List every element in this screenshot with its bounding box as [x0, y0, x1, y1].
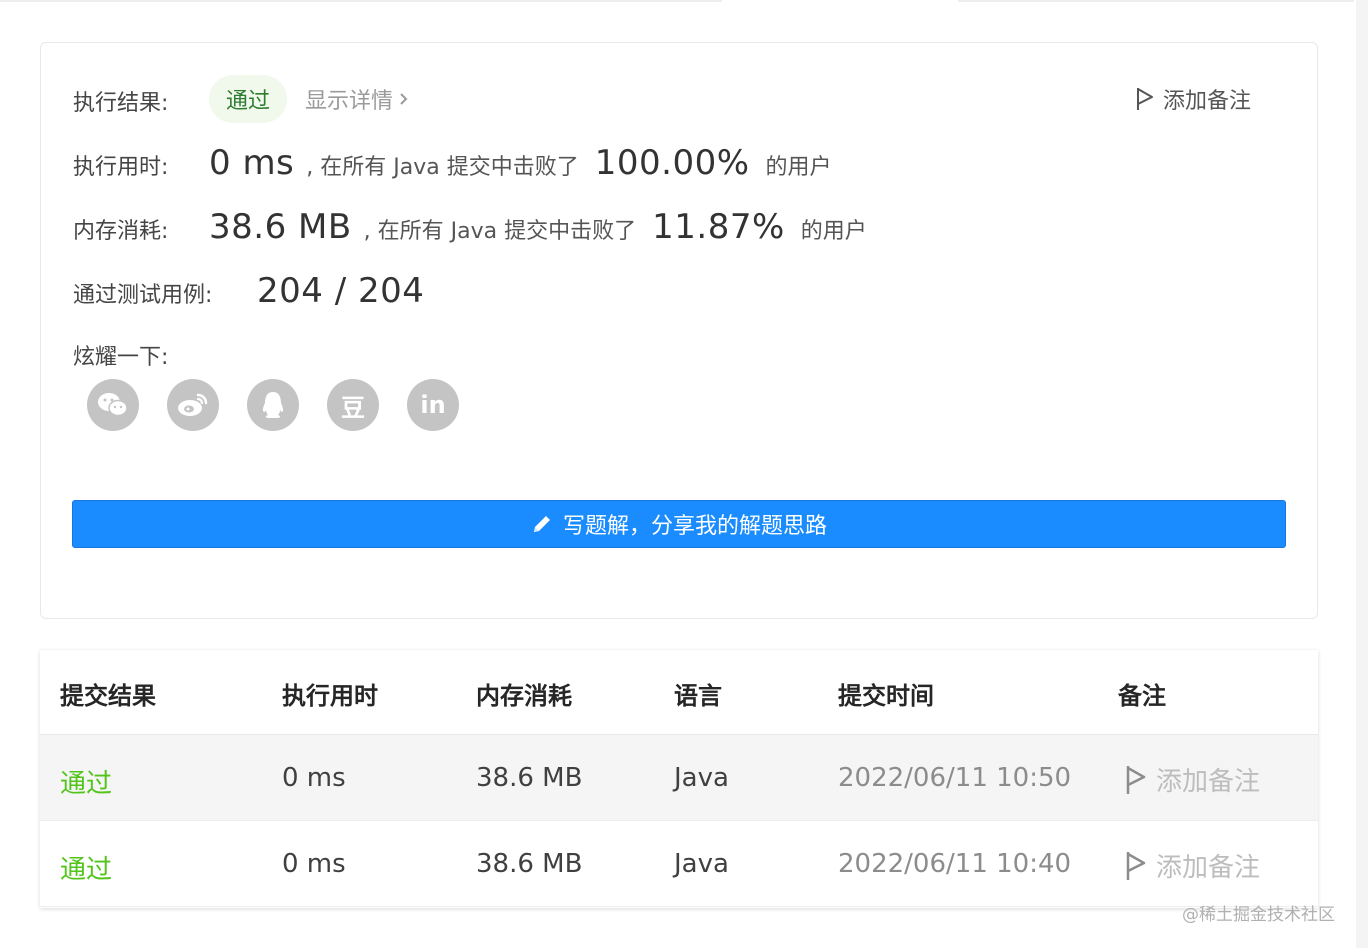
row-add-note-label: 添加备注 — [1156, 767, 1261, 797]
table-row[interactable]: 通过 0 ms 38.6 MB Java 2022/06/11 10:50 添加… — [40, 735, 1318, 821]
scrollbar-track[interactable] — [1356, 0, 1368, 948]
header-language: 语言 — [674, 682, 722, 710]
weibo-icon[interactable] — [167, 379, 219, 431]
row-result-link[interactable]: 通过 — [60, 849, 112, 886]
row-submit-time: 2022/06/11 10:50 — [838, 763, 1072, 793]
row-memory: 38.6 MB — [476, 849, 583, 879]
memory-value: 38.6 MB — [209, 207, 352, 247]
row-add-note-button[interactable]: 添加备注 — [1124, 847, 1260, 884]
header-memory: 内存消耗 — [476, 682, 572, 710]
write-solution-button[interactable]: 写题解，分享我的解题思路 — [72, 500, 1286, 548]
exec-result-label: 执行结果: — [73, 91, 169, 116]
write-solution-label: 写题解，分享我的解题思路 — [562, 514, 827, 539]
row-result-link[interactable]: 通过 — [60, 763, 112, 800]
table-header: 提交结果 执行用时 内存消耗 语言 提交时间 备注 — [40, 650, 1318, 735]
row-add-note-button[interactable]: 添加备注 — [1124, 761, 1260, 798]
header-result: 提交结果 — [60, 682, 156, 710]
chevron-right-icon — [400, 93, 408, 105]
memory-text: , 在所有 Java 提交中击败了 — [363, 219, 637, 244]
row-language: Java — [674, 849, 729, 879]
memory-label: 内存消耗: — [73, 219, 169, 244]
row-memory: 38.6 MB — [476, 763, 583, 793]
flag-icon — [1137, 88, 1153, 110]
row-runtime: 0 ms — [282, 849, 346, 879]
share-label: 炫耀一下: — [73, 345, 169, 370]
row-submit-time: 2022/06/11 10:40 — [838, 849, 1072, 879]
memory-row: 内存消耗: 38.6 MB , 在所有 Java 提交中击败了 11.87% 的… — [73, 207, 867, 247]
add-note-label: 添加备注 — [1163, 89, 1252, 114]
memory-percent: 11.87% — [652, 207, 785, 247]
wechat-icon[interactable] — [87, 379, 139, 431]
testcases-row: 通过测试用例: 204 / 204 — [73, 271, 424, 311]
pencil-icon — [533, 516, 550, 532]
top-divider-left — [0, 0, 722, 2]
table-row[interactable]: 通过 0 ms 38.6 MB Java 2022/06/11 10:40 添加… — [40, 821, 1318, 907]
runtime-row: 执行用时: 0 ms , 在所有 Java 提交中击败了 100.00% 的用户 — [73, 143, 832, 183]
memory-suffix: 的用户 — [800, 219, 867, 244]
header-runtime: 执行用时 — [282, 682, 378, 710]
qq-icon[interactable] — [247, 379, 299, 431]
flag-icon — [1126, 765, 1146, 794]
runtime-percent: 100.00% — [594, 143, 750, 183]
runtime-text: , 在所有 Java 提交中击败了 — [306, 155, 579, 180]
header-submit-time: 提交时间 — [838, 682, 934, 710]
watermark: @稀土掘金技术社区 — [1182, 905, 1335, 925]
header-note: 备注 — [1118, 682, 1166, 710]
testcases-value: 204 / 204 — [257, 271, 425, 311]
douban-icon[interactable]: 豆 — [327, 379, 379, 431]
row-add-note-label: 添加备注 — [1156, 853, 1261, 883]
show-details-link[interactable]: 显示详情 — [305, 83, 409, 115]
runtime-suffix: 的用户 — [765, 155, 832, 180]
show-details-label: 显示详情 — [305, 89, 394, 114]
flag-icon — [1126, 851, 1146, 880]
runtime-label: 执行用时: — [73, 155, 169, 180]
row-runtime: 0 ms — [282, 763, 346, 793]
runtime-value: 0 ms — [209, 143, 295, 183]
row-language: Java — [674, 763, 729, 793]
status-badge: 通过 — [209, 75, 287, 123]
linkedin-icon[interactable]: in — [407, 379, 459, 431]
top-divider-right — [958, 0, 1354, 2]
submissions-table: 提交结果 执行用时 内存消耗 语言 提交时间 备注 通过 0 ms 38.6 M… — [40, 650, 1318, 908]
testcases-label: 通过测试用例: — [73, 283, 213, 308]
add-note-button[interactable]: 添加备注 — [1135, 83, 1251, 115]
share-icons: 豆 in — [87, 379, 459, 431]
submission-result-card: 执行结果: 通过 显示详情 添加备注 执行用时: 0 ms , 在所有 Java… — [40, 42, 1318, 619]
